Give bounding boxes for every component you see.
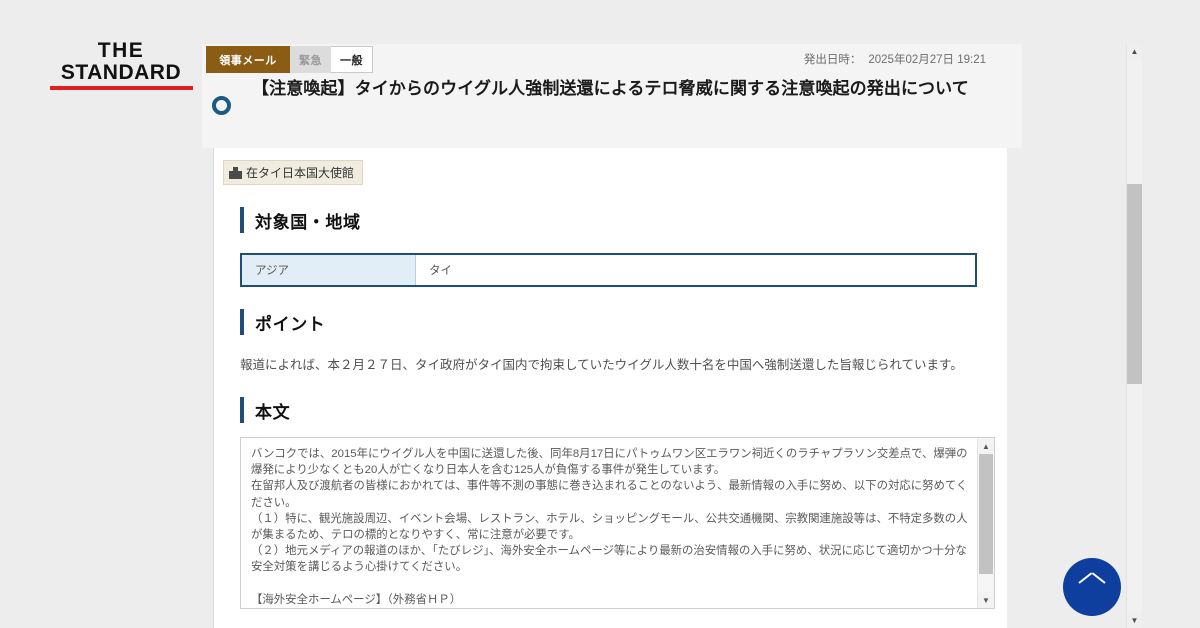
- section-heading-point: ポイント: [240, 309, 1007, 335]
- building-icon: [229, 166, 242, 179]
- tab-urgent[interactable]: 緊急: [290, 46, 331, 73]
- headline-row: 【注意喚起】タイからのウイグル人強制送還によるテロ脅威に関する注意喚起の発出につ…: [202, 76, 1022, 115]
- region-table: アジア タイ: [240, 253, 977, 287]
- embassy-badge-label: 在タイ日本国大使館: [246, 166, 355, 180]
- page-scroll-thumb[interactable]: [1127, 184, 1142, 384]
- issue-datetime-value: 2025年02月27日 19:21: [868, 54, 986, 66]
- body-scroll-down-icon[interactable]: ▼: [978, 592, 994, 608]
- alert-body-card: 在タイ日本国大使館 対象国・地域 アジア タイ ポイント 報道によれば、本２月２…: [202, 148, 1007, 628]
- embassy-badge[interactable]: 在タイ日本国大使館: [223, 160, 364, 185]
- logo-line-2: STANDARD: [60, 61, 182, 85]
- point-text: 報道によれば、本２月２７日、タイ政府がタイ国内で拘束していたウイグル人数十名を中…: [240, 358, 963, 372]
- section-heading-body: 本文: [240, 397, 1007, 423]
- page-title[interactable]: 【注意喚起】タイからのウイグル人強制送還によるテロ脅威に関する注意喚起の発出につ…: [216, 76, 994, 102]
- back-to-top-button[interactable]: [1063, 558, 1121, 616]
- alert-header-card: 領事メール 緊急 一般 発出日時： 2025年02月27日 19:21 【注意喚起…: [202, 44, 1022, 148]
- logo-underline: [49, 86, 193, 91]
- tab-consular-mail[interactable]: 領事メール: [206, 46, 290, 73]
- issue-datetime: 発出日時： 2025年02月27日 19:21: [804, 51, 986, 67]
- page-scrollbar[interactable]: ▲ ▼: [1126, 44, 1142, 628]
- issue-datetime-label: 発出日時：: [803, 54, 862, 66]
- body-text: バンコクでは、2015年にウイグル人を中国に送還した後、同年8月17日にパトゥム…: [251, 448, 968, 606]
- chevron-up-icon: [1080, 580, 1104, 594]
- body-scroll-view: バンコクでは、2015年にウイグル人を中国に送還した後、同年8月17日にパトゥム…: [241, 438, 977, 608]
- logo-line-1: THE: [97, 39, 145, 62]
- tab-general[interactable]: 一般: [331, 46, 373, 73]
- body-scrollbar[interactable]: ▲ ▼: [977, 438, 994, 608]
- country-cell: タイ: [415, 254, 976, 286]
- category-tabs: 領事メール 緊急 一般: [206, 46, 373, 73]
- body-scroll-thumb[interactable]: [979, 454, 993, 574]
- page-scroll-down-icon[interactable]: ▼: [1127, 613, 1142, 628]
- section-heading-region: 対象国・地域: [240, 207, 1007, 233]
- circle-marker-icon: [212, 96, 231, 115]
- region-cell: アジア: [241, 254, 416, 286]
- app-root: THE STANDARD 領事メール 緊急 一般 発出日時： 2025年02月27…: [0, 0, 1200, 628]
- body-text-box[interactable]: バンコクでは、2015年にウイグル人を中国に送還した後、同年8月17日にパトゥム…: [240, 437, 995, 609]
- card-content: 在タイ日本国大使館 対象国・地域 アジア タイ ポイント 報道によれば、本２月２…: [214, 148, 1007, 628]
- page-scroll-up-icon[interactable]: ▲: [1127, 44, 1142, 59]
- body-scroll-up-icon[interactable]: ▲: [978, 438, 994, 454]
- left-gutter: [202, 148, 214, 628]
- header-top-row: 領事メール 緊急 一般 発出日時： 2025年02月27日 19:21: [202, 44, 1022, 76]
- site-logo[interactable]: THE STANDARD: [46, 39, 196, 91]
- table-row: アジア タイ: [241, 254, 976, 286]
